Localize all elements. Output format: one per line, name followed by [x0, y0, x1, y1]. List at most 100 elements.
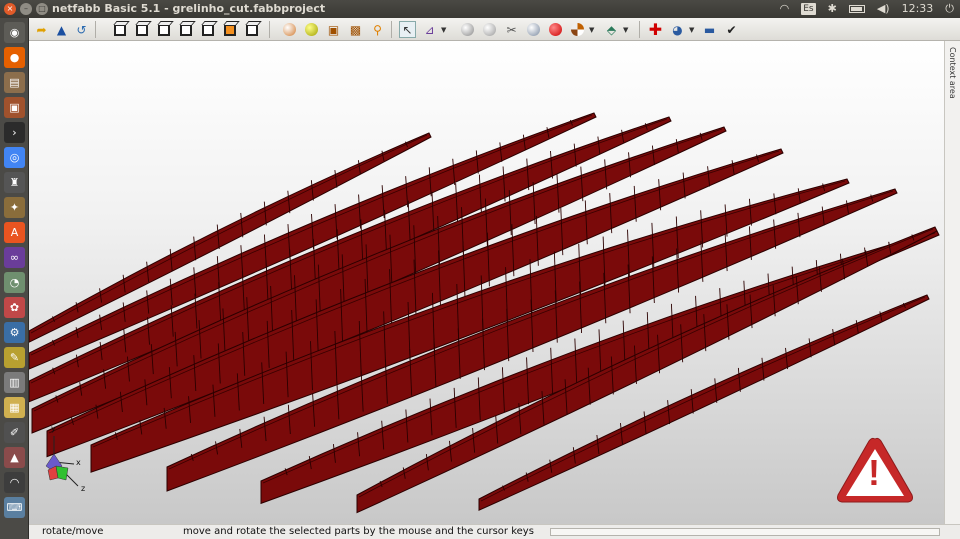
sphere-icon — [461, 23, 474, 36]
open-project-icon[interactable]: ➦ — [33, 21, 50, 38]
add-red-plus-icon[interactable]: ✚ — [647, 21, 664, 38]
section-button[interactable] — [569, 21, 586, 38]
wireless-icon[interactable]: ◠ — [4, 472, 25, 493]
part-slices-scene[interactable] — [29, 41, 944, 524]
chromium-icon[interactable]: ◎ — [4, 147, 25, 168]
status-bar: rotate/move move and rotate the selected… — [29, 524, 960, 539]
color-picker-icon[interactable]: ✿ — [4, 297, 25, 318]
terminal-icon[interactable]: › — [4, 122, 25, 143]
keyboard-icon[interactable]: ⌨ — [4, 497, 25, 518]
cube-icon — [179, 23, 192, 36]
axis-x-label: x — [76, 458, 81, 467]
cuts-icon[interactable]: ✂ — [503, 21, 520, 38]
progress-bar — [550, 528, 940, 536]
power-icon[interactable]: ⏻ — [945, 2, 954, 16]
pen-tool-icon[interactable]: ✐ — [4, 422, 25, 443]
cube-icon — [113, 23, 126, 36]
window-controls: × – □ — [4, 3, 48, 15]
cube-icon — [223, 23, 236, 36]
status-message: move and rotate the selected parts by th… — [183, 526, 534, 537]
view-front-button[interactable] — [111, 21, 128, 38]
maximize-button[interactable]: □ — [36, 3, 48, 15]
mesh-repair-icon[interactable]: ◕ — [669, 21, 686, 38]
zoom-icon[interactable]: ⚲ — [369, 21, 386, 38]
slice-icon[interactable]: ⬘ — [603, 21, 620, 38]
close-button[interactable]: × — [4, 3, 16, 15]
material-ball-icon — [549, 23, 562, 36]
view-left-button[interactable] — [155, 21, 172, 38]
keyboard-layout-indicator[interactable]: Es — [801, 3, 816, 15]
software-center-icon[interactable]: A — [4, 222, 25, 243]
chevron-down-icon[interactable]: ▼ — [441, 26, 446, 34]
toolbar-separator — [95, 21, 96, 38]
section-icon — [571, 23, 584, 36]
launcher: ◉ ● ▤ ▣ › ◎ ♜ ✦ A ∞ ◔ ✿ ⚙ ✎ ▥ ▦ ✐ ▲ ◠ ⌨ — [0, 18, 29, 539]
measure-icon[interactable]: ⊿ — [421, 21, 438, 38]
view-back-button[interactable] — [133, 21, 150, 38]
arduino-icon[interactable]: ∞ — [4, 247, 25, 268]
cube-icon — [157, 23, 170, 36]
warning-sign[interactable]: ! — [834, 435, 916, 507]
notes-icon[interactable]: ✎ — [4, 347, 25, 368]
3d-viewport[interactable]: y x z ! — [29, 41, 944, 524]
axis-gizmo-graphic — [45, 436, 79, 487]
cube-icon — [245, 23, 258, 36]
wireframe-icon[interactable]: ▣ — [325, 21, 342, 38]
toolbar-separator — [269, 21, 270, 38]
wifi-icon[interactable]: ◠ — [780, 2, 790, 16]
minimize-button[interactable]: – — [20, 3, 32, 15]
dash-home-icon[interactable]: ◉ — [4, 22, 25, 43]
status-mode: rotate/move — [42, 526, 104, 537]
disk-utility-icon[interactable]: ◔ — [4, 272, 25, 293]
axis-gizmo: y x z — [40, 424, 100, 496]
inkscape-icon[interactable]: ♜ — [4, 172, 25, 193]
mesh-shaded-icon — [305, 23, 318, 36]
system-settings-icon[interactable]: ⚙ — [4, 322, 25, 343]
firefox-icon[interactable]: ● — [4, 47, 25, 68]
main-toolbar: ➦ ▲ ↺ ▣ ▩ ⚲ ↖ ⊿ ▼ ✂ ▼ ⬘ ▼ ✚ ◕ ▼ ▬ ✔ — [29, 18, 960, 41]
repair-icon — [527, 23, 540, 36]
view-bottom-button[interactable] — [221, 21, 238, 38]
repair-button[interactable] — [525, 21, 542, 38]
colors-icon — [283, 23, 296, 36]
context-area-label: Context area — [948, 47, 957, 99]
warning-glyph: ! — [868, 452, 880, 493]
archive-icon[interactable]: ▣ — [4, 97, 25, 118]
colors-button[interactable] — [281, 21, 298, 38]
camera-icon — [483, 23, 496, 36]
texture-icon[interactable]: ▩ — [347, 21, 364, 38]
top-panel: × – □ netfabb Basic 5.1 - grelinho_cut.f… — [0, 0, 960, 18]
axis-z-label: z — [81, 484, 86, 493]
chevron-down-icon[interactable]: ▼ — [623, 26, 628, 34]
clock[interactable]: 12:33 — [902, 2, 934, 16]
bluetooth-icon[interactable]: ✱ — [828, 2, 837, 16]
chevron-down-icon[interactable]: ▼ — [689, 26, 694, 34]
toolbar-separator — [391, 21, 392, 38]
text-editor-icon[interactable]: ▦ — [4, 397, 25, 418]
system-tray: ◠ Es ✱ ◀) 12:33 ⏻ — [780, 2, 954, 16]
context-area-panel[interactable]: Context area — [944, 41, 960, 524]
view-right-button[interactable] — [177, 21, 194, 38]
ruler-icon[interactable]: ▬ — [701, 21, 718, 38]
install-icon[interactable]: ▲ — [4, 447, 25, 468]
material-ball-button[interactable] — [547, 21, 564, 38]
trash-icon[interactable]: ▥ — [4, 372, 25, 393]
window-title: netfabb Basic 5.1 - grelinho_cut.fabbpro… — [52, 2, 326, 15]
view-top-button[interactable] — [199, 21, 216, 38]
cube-icon — [201, 23, 214, 36]
toolbar-separator — [639, 21, 640, 38]
add-part-icon[interactable]: ▲ — [53, 21, 70, 38]
chevron-down-icon[interactable]: ▼ — [589, 26, 594, 34]
volume-icon[interactable]: ◀) — [877, 2, 890, 16]
mesh-shaded-button[interactable] — [303, 21, 320, 38]
sphere-view-button[interactable] — [459, 21, 476, 38]
select-move-icon[interactable]: ↖ — [399, 21, 416, 38]
files-manager-icon[interactable]: ▤ — [4, 72, 25, 93]
undo-icon[interactable]: ↺ — [73, 21, 90, 38]
view-iso-button[interactable] — [243, 21, 260, 38]
checkmark-icon[interactable]: ✔ — [723, 21, 740, 38]
cube-icon — [135, 23, 148, 36]
battery-icon[interactable] — [848, 5, 865, 13]
camera-button[interactable] — [481, 21, 498, 38]
gimp-icon[interactable]: ✦ — [4, 197, 25, 218]
